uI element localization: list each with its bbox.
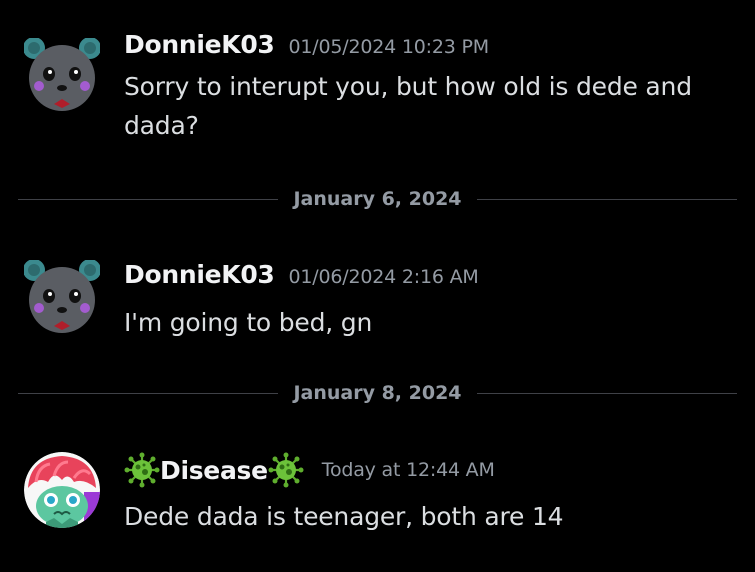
date-divider: January 6, 2024 xyxy=(18,187,737,211)
timestamp[interactable]: 01/05/2024 10:23 PM xyxy=(289,36,490,58)
username[interactable]: Disease xyxy=(160,456,268,485)
virus-icon xyxy=(124,452,160,488)
panda-avatar[interactable] xyxy=(23,37,101,114)
virus-icon xyxy=(268,452,304,488)
timestamp[interactable]: Today at 12:44 AM xyxy=(322,459,495,481)
date-divider: January 8, 2024 xyxy=(18,381,737,405)
panda-avatar[interactable] xyxy=(23,259,101,336)
divider-date: January 6, 2024 xyxy=(293,188,462,210)
username-with-decoration[interactable]: Disease xyxy=(124,452,304,488)
username[interactable]: DonnieK03 xyxy=(124,260,275,289)
username[interactable]: DonnieK03 xyxy=(124,30,275,59)
mushroom-avatar[interactable] xyxy=(24,452,100,528)
message-content: Sorry to interupt you, but how old is de… xyxy=(124,72,692,140)
divider-date: January 8, 2024 xyxy=(293,382,462,404)
message-content: Dede dada is teenager, both are 14 xyxy=(124,502,564,531)
timestamp[interactable]: 01/06/2024 2:16 AM xyxy=(289,266,479,288)
message-content: I'm going to bed, gn xyxy=(124,308,373,337)
